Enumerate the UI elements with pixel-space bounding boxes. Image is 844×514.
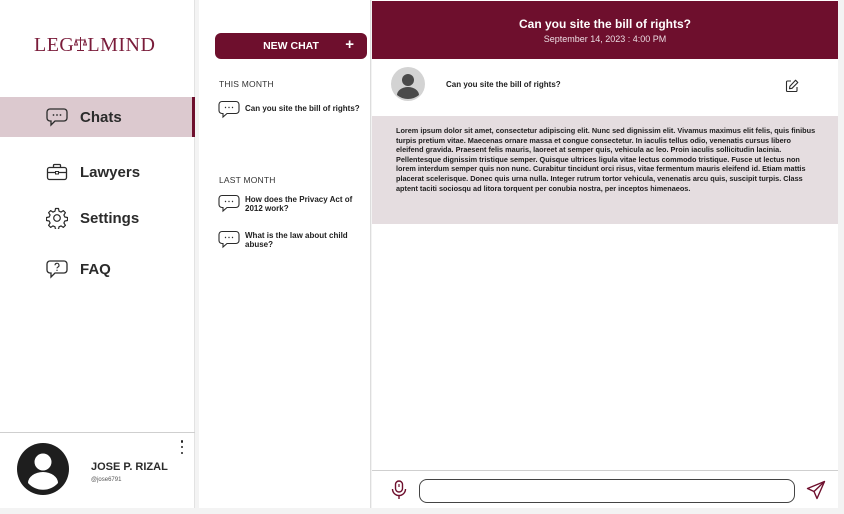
new-chat-button[interactable]: NEW CHAT + xyxy=(215,33,367,59)
logo: LEG LMIND xyxy=(34,34,155,57)
section-label-last-month: LAST MONTH xyxy=(219,175,276,185)
user-question: Can you site the bill of rights? xyxy=(446,80,561,89)
plus-icon: + xyxy=(345,36,354,53)
user-avatar-icon[interactable] xyxy=(17,443,69,495)
history-item-title: What is the law about child abuse? xyxy=(245,231,348,249)
message-input-bar xyxy=(372,470,838,508)
nav-item-lawyers[interactable]: Lawyers xyxy=(0,152,195,192)
chat-history-panel: NEW CHAT + THIS MONTH Can you site the b… xyxy=(199,0,371,508)
chat-bubble-icon xyxy=(218,100,240,119)
user-handle: @jose6791 xyxy=(91,477,122,483)
chat-date: September 14, 2023 : 4:00 PM xyxy=(543,34,667,44)
history-item[interactable]: Can you site the bill of rights? xyxy=(218,100,368,119)
edit-icon[interactable] xyxy=(785,79,799,93)
scales-of-justice-icon xyxy=(74,37,88,51)
app-window: LEG LMIND Chats Lawyers Settings FAQ JOS… xyxy=(0,0,844,514)
logo-text-start: LEG xyxy=(34,34,75,56)
sidebar-divider xyxy=(0,432,195,433)
nav-label-lawyers: Lawyers xyxy=(80,163,141,181)
user-avatar-icon xyxy=(391,67,425,101)
nav-item-faq[interactable]: FAQ xyxy=(0,249,195,289)
history-item-title: How does the Privacy Act of 2012 work? xyxy=(245,195,353,213)
chat-bubble-icon xyxy=(218,194,240,213)
chat-bubble-icon xyxy=(45,106,69,128)
history-item[interactable]: What is the law about child abuse? xyxy=(218,230,368,249)
message-input[interactable] xyxy=(419,479,795,503)
nav-item-chats[interactable]: Chats xyxy=(0,97,195,137)
assistant-answer-text: Lorem ipsum dolor sit amet, consectetur … xyxy=(396,126,816,193)
send-icon[interactable] xyxy=(806,480,826,500)
chat-panel: Can you site the bill of rights? Septemb… xyxy=(372,0,838,508)
nav-item-settings[interactable]: Settings xyxy=(0,198,195,238)
history-item-title: Can you site the bill of rights? xyxy=(245,104,360,113)
microphone-icon[interactable] xyxy=(390,480,408,500)
kebab-menu-icon[interactable] xyxy=(178,440,186,454)
chat-bubble-icon xyxy=(218,230,240,249)
question-bubble-icon xyxy=(45,258,69,280)
logo-text-end: MIND xyxy=(100,34,156,56)
history-item[interactable]: How does the Privacy Act of 2012 work? xyxy=(218,194,368,213)
gear-icon xyxy=(45,207,69,229)
chat-title: Can you site the bill of rights? xyxy=(518,17,691,31)
briefcase-icon xyxy=(45,161,69,183)
section-label-this-month: THIS MONTH xyxy=(219,79,274,89)
nav-label-chats: Chats xyxy=(80,108,122,126)
nav-label-faq: FAQ xyxy=(80,260,111,278)
user-name: JOSE P. RIZAL xyxy=(91,461,168,473)
new-chat-label: NEW CHAT xyxy=(263,40,319,52)
assistant-answer: Lorem ipsum dolor sit amet, consectetur … xyxy=(372,116,838,224)
chat-header: Can you site the bill of rights? Septemb… xyxy=(372,1,838,59)
sidebar: LEG LMIND Chats Lawyers Settings FAQ JOS… xyxy=(0,0,195,508)
logo-text-middle: L xyxy=(87,34,101,56)
nav-label-settings: Settings xyxy=(80,209,140,227)
